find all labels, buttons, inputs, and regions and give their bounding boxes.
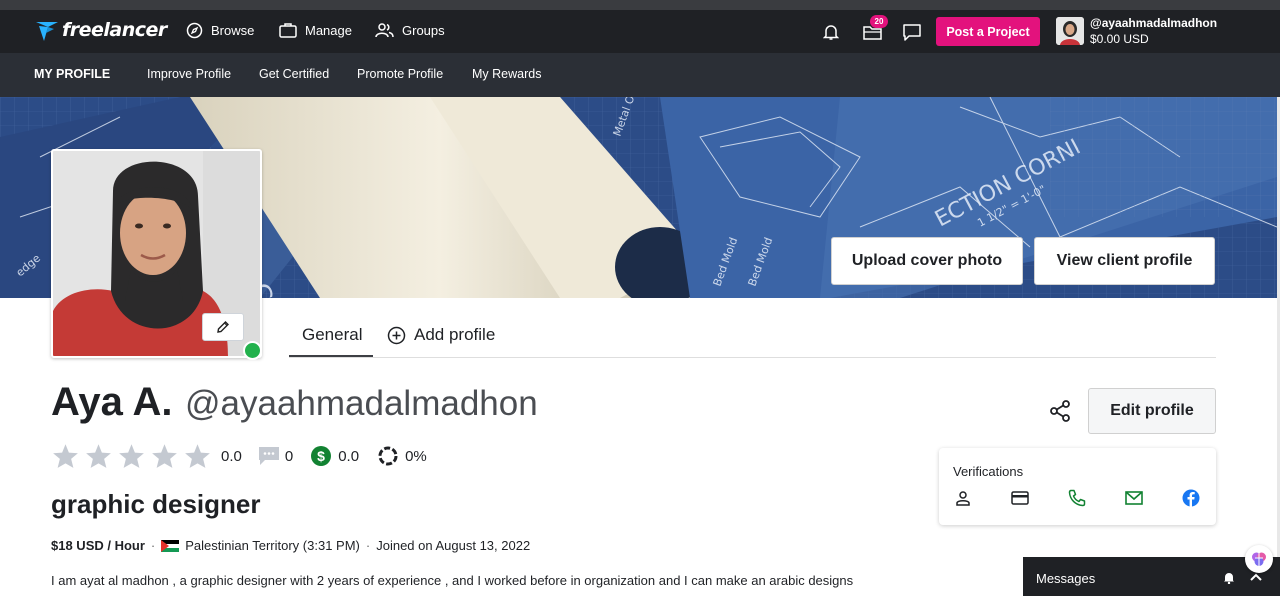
- payment-card-icon: [1011, 491, 1029, 505]
- tab-add-profile[interactable]: Add profile: [387, 325, 495, 345]
- profile-location: Palestinian Territory (3:31 PM): [185, 538, 360, 553]
- messages-panel-bar[interactable]: Messages: [1023, 557, 1280, 596]
- chat-icon: [903, 23, 921, 41]
- logo-text: freelancer: [62, 19, 167, 41]
- completion-rate: 0%: [405, 447, 427, 465]
- freelancer-bird-icon: [36, 22, 58, 41]
- star-icon: [86, 444, 111, 468]
- messages-notifications-toggle[interactable]: [1222, 570, 1236, 584]
- share-button[interactable]: [1047, 398, 1073, 424]
- profile-headline: graphic designer: [51, 489, 261, 519]
- profile-name-row: Aya A. @ayaahmadalmadhon: [51, 380, 538, 425]
- profile-meta: $18 USD / Hour · Palestinian Territory (…: [51, 538, 530, 553]
- view-client-profile-button[interactable]: View client profile: [1034, 237, 1215, 285]
- edit-profile-button[interactable]: Edit profile: [1088, 388, 1216, 434]
- completion-ring-icon: [378, 446, 398, 466]
- star-icon: [152, 444, 177, 468]
- post-project-button[interactable]: Post a Project: [936, 17, 1040, 46]
- rating-value: 0.0: [221, 447, 242, 465]
- star-icon: [119, 444, 144, 468]
- tabs-divider: [289, 357, 1216, 358]
- tab-general[interactable]: General: [302, 325, 362, 345]
- profile-name: Aya A.: [51, 380, 173, 424]
- compass-icon: [186, 22, 203, 39]
- facebook-verification[interactable]: [1181, 488, 1201, 508]
- browser-top-strip: [0, 0, 1280, 10]
- browse-link[interactable]: Browse: [186, 22, 254, 39]
- user-balance: $0.00 USD: [1090, 32, 1149, 46]
- plus-circle-icon: [387, 326, 406, 344]
- profile-bio: I am ayat al madhon , a graphic designer…: [51, 573, 854, 588]
- groups-link[interactable]: Groups: [375, 22, 445, 38]
- manage-link[interactable]: Manage: [279, 22, 352, 38]
- profile-stats: 0.0 0 $ 0.0 0%: [52, 441, 427, 471]
- svg-text:$: $: [317, 448, 325, 464]
- phone-verification[interactable]: [1067, 488, 1087, 508]
- email-icon: [1125, 491, 1143, 505]
- joined-date: Joined on August 13, 2022: [376, 538, 531, 553]
- verifications-title: Verifications: [953, 464, 1024, 479]
- meta-separator: ·: [365, 538, 371, 553]
- online-status-indicator: [243, 341, 262, 360]
- top-navigation: freelancer Browse Manage Groups 20 Post …: [0, 10, 1280, 53]
- identity-icon: [956, 491, 970, 506]
- star-icon: [53, 444, 78, 468]
- bell-icon: [823, 25, 839, 40]
- payment-verification[interactable]: [1010, 488, 1030, 508]
- user-avatar-image: [1056, 17, 1084, 45]
- phone-icon: [1068, 489, 1086, 507]
- subnav-promote-profile[interactable]: Promote Profile: [357, 67, 443, 81]
- notification-count-badge: 20: [870, 15, 888, 28]
- messages-button[interactable]: [901, 21, 923, 43]
- palestine-flag-icon: [161, 539, 180, 552]
- bell-icon: [1224, 572, 1234, 584]
- reviews-count: 0: [284, 447, 294, 465]
- tab-add-profile-label: Add profile: [414, 325, 496, 344]
- upload-cover-photo-button[interactable]: Upload cover photo: [831, 237, 1023, 285]
- subnav-my-rewards[interactable]: My Rewards: [472, 67, 541, 81]
- messages-label: Messages: [1036, 571, 1096, 586]
- verifications-card: Verifications: [939, 448, 1216, 525]
- profile-handle: @ayaahmadalmadhon: [184, 384, 538, 423]
- earnings-score: 0.0: [338, 447, 360, 465]
- freelancer-logo[interactable]: freelancer: [34, 17, 167, 43]
- subnav-get-certified[interactable]: Get Certified: [259, 67, 329, 81]
- meta-separator: ·: [150, 538, 156, 553]
- groups-label: Groups: [402, 22, 445, 38]
- chevron-up-icon: [1250, 573, 1262, 581]
- profile-subnav: MY PROFILE Improve Profile Get Certified…: [0, 53, 1280, 97]
- edit-photo-button[interactable]: [202, 313, 244, 341]
- facebook-icon: [1182, 489, 1200, 507]
- share-icon: [1050, 400, 1070, 422]
- manage-label: Manage: [305, 22, 352, 38]
- pencil-icon: [217, 321, 229, 333]
- tab-general-label: General: [302, 325, 363, 344]
- subnav-improve-profile[interactable]: Improve Profile: [147, 67, 231, 81]
- notifications-button[interactable]: [820, 21, 842, 43]
- review-comment-icon: [258, 447, 279, 465]
- dollar-icon: $: [311, 446, 332, 466]
- hourly-rate: $18 USD / Hour: [51, 538, 145, 553]
- user-avatar[interactable]: [1056, 17, 1084, 45]
- identity-verification[interactable]: [953, 488, 973, 508]
- users-icon: [375, 23, 394, 38]
- floating-assistant-widget[interactable]: [1245, 545, 1273, 573]
- brain-icon: [1252, 552, 1266, 566]
- star-icon: [185, 444, 210, 468]
- briefcase-icon: [279, 23, 297, 38]
- subnav-my-profile[interactable]: MY PROFILE: [34, 67, 110, 81]
- user-handle[interactable]: @ayaahmadalmadhon: [1090, 16, 1217, 30]
- email-verification[interactable]: [1124, 488, 1144, 508]
- browse-label: Browse: [211, 23, 255, 38]
